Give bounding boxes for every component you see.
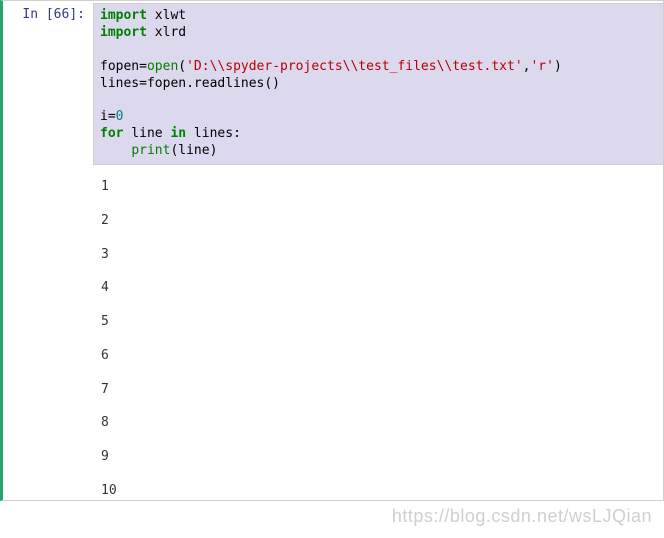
builtin-print: print <box>131 143 170 158</box>
code-text: (line) <box>170 143 217 158</box>
code-text <box>100 143 131 158</box>
code-input-area[interactable]: import xlwt import xlrd fopen=open('D:\\… <box>93 3 663 165</box>
cell-output: 1 2 3 4 5 6 7 8 9 10 <box>93 167 663 500</box>
code-block[interactable]: import xlwt import xlrd fopen=open('D:\\… <box>94 4 663 164</box>
notebook-cell: In [66]: import xlwt import xlrd fopen=o… <box>0 0 664 501</box>
prompt-label: In [66]: <box>22 7 85 22</box>
code-text: ( <box>178 59 186 74</box>
code-text: line <box>123 126 170 141</box>
code-text: i= <box>100 109 116 124</box>
module-name: xlrd <box>147 25 186 40</box>
keyword-import: import <box>100 8 147 23</box>
keyword-in: in <box>170 126 186 141</box>
number-literal: 0 <box>116 109 124 124</box>
watermark-text: https://blog.csdn.net/wsLJQian <box>392 505 652 528</box>
input-prompt: In [66]: <box>3 1 93 500</box>
keyword-for: for <box>100 126 123 141</box>
code-text: lines=fopen.readlines() <box>100 76 280 91</box>
string-literal: 'r' <box>530 59 553 74</box>
code-text: ) <box>554 59 562 74</box>
cell-body: import xlwt import xlrd fopen=open('D:\\… <box>93 1 663 500</box>
builtin-open: open <box>147 59 178 74</box>
keyword-import: import <box>100 25 147 40</box>
code-text: lines: <box>186 126 241 141</box>
module-name: xlwt <box>147 8 186 23</box>
string-literal: 'D:\\spyder-projects\\test_files\\test.t… <box>186 59 523 74</box>
code-text: fopen= <box>100 59 147 74</box>
